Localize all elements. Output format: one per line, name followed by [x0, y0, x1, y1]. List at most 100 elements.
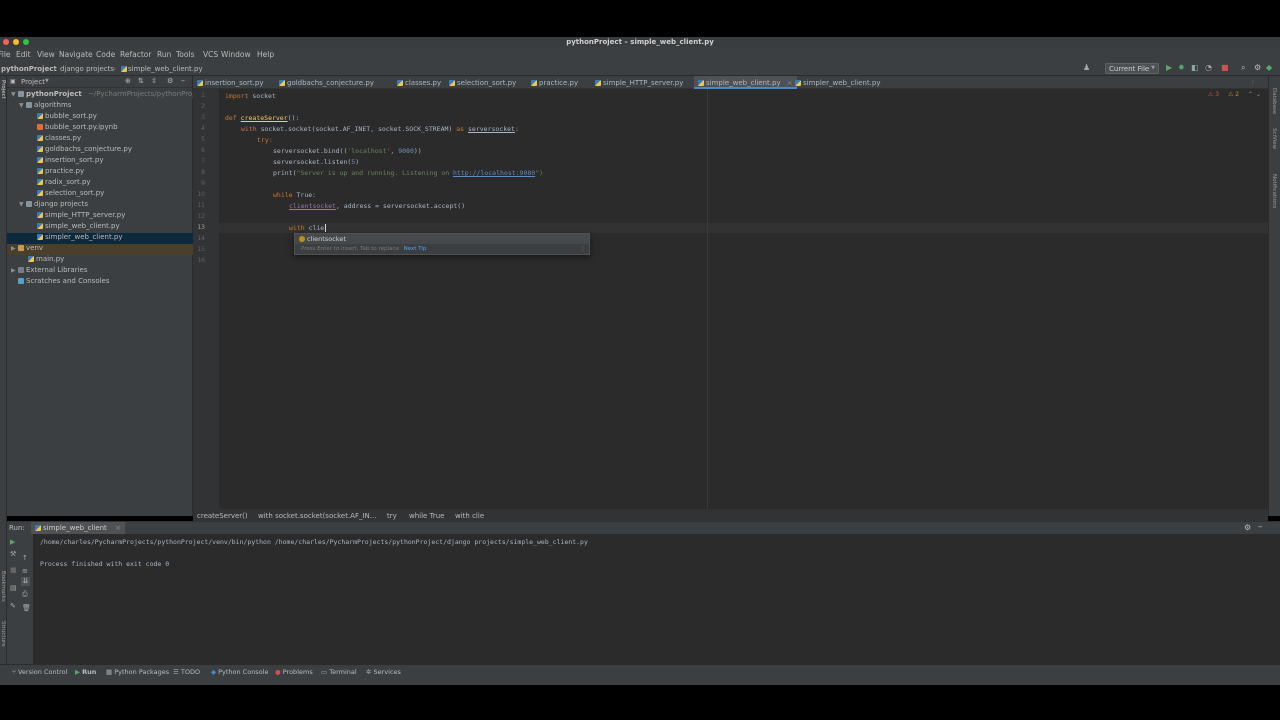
tree-file[interactable]: simple_web_client.py [7, 222, 193, 233]
profile-icon[interactable]: ◔ [1205, 64, 1212, 72]
tool-todo[interactable]: ☰ TODO [173, 668, 200, 676]
ide-update-icon[interactable]: ◆ [1266, 64, 1272, 72]
menu-view[interactable]: View [37, 50, 55, 59]
print-icon[interactable]: ⎙ [22, 590, 28, 599]
breadcrumb-item[interactable]: createServer() [197, 512, 248, 520]
tree-file[interactable]: bubble_sort.py.ipynb [7, 123, 193, 134]
chevron-up-icon[interactable]: ⌃ [1248, 91, 1253, 98]
tree-file[interactable]: insertion_sort.py [7, 156, 193, 167]
tool-python-packages[interactable]: ▦ Python Packages [106, 668, 169, 676]
menu-tools[interactable]: Tools [176, 50, 194, 59]
chevron-down-icon[interactable]: ▼ [45, 78, 49, 84]
gear-icon[interactable]: ⚙ [167, 77, 173, 85]
nav-crumb-folder[interactable]: django projects [60, 65, 114, 73]
rerun-icon[interactable]: ▶ [10, 538, 15, 546]
scroll-to-end-icon[interactable]: ⇊ [21, 577, 30, 586]
tree-external-libraries[interactable]: ▶ External Libraries [7, 266, 193, 277]
editor-tab[interactable]: goldbachs_conjecture.py [275, 76, 378, 89]
menu-help[interactable]: Help [257, 50, 274, 59]
tree-file-selected[interactable]: simpler_web_client.py [7, 233, 193, 244]
debug-icon[interactable]: ✹ [1178, 64, 1185, 72]
editor-tab[interactable]: practice.py [527, 76, 582, 89]
stop-icon[interactable]: ■ [10, 566, 17, 574]
menu-navigate[interactable]: Navigate [59, 50, 93, 59]
up-icon[interactable]: ↑ [22, 554, 28, 562]
chevron-right-icon: ▶ [11, 267, 16, 274]
tool-python-console[interactable]: ◆ Python Console [211, 668, 268, 676]
tree-file[interactable]: bubble_sort.py [7, 112, 193, 123]
tool-run[interactable]: ▶ Run [75, 668, 96, 676]
soft-wrap-icon[interactable]: ≡ [22, 567, 28, 575]
tree-root[interactable]: ▼ pythonProject ~/PycharmProjects/pythonP… [7, 90, 205, 101]
chevron-down-icon[interactable]: ⌄ [1256, 91, 1261, 98]
tree-file[interactable]: simple_HTTP_server.py [7, 211, 193, 222]
nav-crumb-project[interactable]: pythonProject [1, 65, 57, 73]
hide-icon[interactable]: – [1258, 522, 1263, 532]
editor-tab[interactable]: classes.py [393, 76, 445, 89]
tree-file[interactable]: goldbachs_conjecture.py [7, 145, 193, 156]
editor-tab[interactable]: selection_sort.py [445, 76, 520, 89]
editor-tab[interactable]: insertion_sort.py [193, 76, 268, 89]
user-icon[interactable]: ♟ [1083, 64, 1090, 72]
menu-run[interactable]: Run [157, 50, 171, 59]
menu-vcs[interactable]: VCS [203, 50, 218, 59]
tool-version-control[interactable]: ⑂ Version Control [12, 668, 67, 676]
tree-folder-algorithms[interactable]: ▼ algorithms [7, 101, 193, 112]
menu-window[interactable]: Window [221, 50, 251, 59]
expand-all-icon[interactable]: ⇳ [151, 77, 157, 85]
hide-icon[interactable]: – [181, 76, 185, 85]
gear-icon[interactable]: ⚙ [1254, 64, 1261, 72]
gear-icon[interactable]: ⚙ [1244, 523, 1251, 532]
weak-warning-count-badge[interactable]: ⚠ 2 [1228, 91, 1239, 98]
locate-file-icon[interactable]: ⊕ [125, 77, 131, 85]
tool-terminal[interactable]: ▭ Terminal [321, 668, 357, 676]
stop-icon[interactable]: ■ [1221, 64, 1229, 72]
completion-item[interactable]: clientsocket [295, 234, 589, 244]
run-icon[interactable]: ▶ [1166, 64, 1172, 72]
tool-window-project[interactable]: Project [0, 80, 6, 99]
more-tabs-icon[interactable]: ⋮ [1250, 79, 1256, 86]
breadcrumb-item[interactable]: with socket.socket(socket.AF_IN... [258, 512, 376, 520]
tree-folder-django-projects[interactable]: ▼ django projects [7, 200, 193, 211]
editor-tab[interactable]: simple_HTTP_server.py [591, 76, 687, 89]
menu-refactor[interactable]: Refactor [120, 50, 151, 59]
breadcrumb-item[interactable]: while True [409, 512, 444, 520]
tree-file[interactable]: practice.py [7, 167, 193, 178]
tree-scratches[interactable]: Scratches and Consoles [7, 277, 193, 288]
menu-edit[interactable]: Edit [16, 50, 31, 59]
collapse-all-icon[interactable]: ⇅ [138, 77, 144, 85]
nav-crumb-file[interactable]: simple_web_client.py [128, 65, 203, 73]
coverage-icon[interactable]: ◧ [1191, 64, 1199, 72]
tool-window-sciview[interactable]: SciView [1271, 128, 1277, 149]
menu-file[interactable]: File [0, 50, 11, 59]
tree-folder-venv[interactable]: ▶ venv [7, 244, 193, 255]
close-icon[interactable]: × [115, 524, 121, 532]
more-options-icon[interactable]: ⋮ [580, 246, 586, 253]
trash-icon[interactable]: 🗑 [22, 604, 31, 612]
wrench-icon[interactable]: ⚒ [10, 550, 16, 558]
breadcrumb-item[interactable]: try [387, 512, 397, 520]
next-tip-link[interactable]: Next Tip [404, 246, 427, 252]
tree-file[interactable]: radix_sort.py [7, 178, 193, 189]
run-configuration-select[interactable]: Current File ▼ [1105, 63, 1159, 74]
tool-window-structure[interactable]: Structure [0, 621, 6, 647]
editor-tab-active[interactable]: simple_web_client.py × [694, 76, 797, 89]
layout-icon[interactable]: ▤ [10, 584, 17, 592]
tree-file[interactable]: classes.py [7, 134, 193, 145]
project-panel-title[interactable]: Project [21, 78, 45, 86]
pin-icon[interactable]: ✎ [10, 602, 16, 610]
search-icon[interactable]: ⌕ [1241, 64, 1245, 72]
editor-tab[interactable]: simpler_web_client.py [791, 76, 885, 89]
tool-window-database[interactable]: Database [1271, 88, 1277, 114]
tool-window-bookmarks[interactable]: Bookmarks [0, 571, 6, 602]
tool-window-notifications[interactable]: Notifications [1271, 174, 1277, 208]
tool-services[interactable]: ✲ Services [366, 668, 401, 676]
code-editor[interactable]: 1 2 3 4 5 6 7 8 9 10 11 12 13 14 15 16 i… [193, 89, 1268, 509]
menu-code[interactable]: Code [96, 50, 115, 59]
tool-problems[interactable]: ● Problems [275, 668, 313, 676]
tree-file[interactable]: selection_sort.py [7, 189, 193, 200]
warning-count-badge[interactable]: ⚠ 3 [1208, 91, 1219, 98]
breadcrumb-item[interactable]: with clie [455, 512, 484, 520]
run-tab[interactable]: simple_web_client × [31, 522, 125, 534]
tree-file[interactable]: main.py [7, 255, 193, 266]
